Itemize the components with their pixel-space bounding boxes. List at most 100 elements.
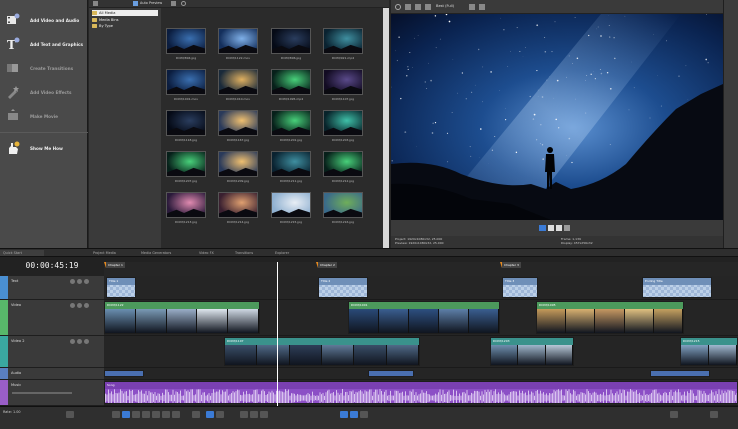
auto-preview-label[interactable]: Auto Preview — [140, 1, 162, 5]
media-thumbnail[interactable]: DCIM/1001.mov — [166, 69, 206, 101]
media-thumbnail[interactable]: DCIM/1215.jpg — [271, 192, 311, 224]
trim-start-icon[interactable] — [250, 411, 258, 418]
volume-slider[interactable] — [12, 392, 72, 394]
mute-icon[interactable] — [70, 303, 75, 308]
tree-item-by-type[interactable]: By Type — [92, 23, 113, 29]
trim-end-icon[interactable] — [260, 411, 268, 418]
track-header-text[interactable]: Text — [0, 276, 104, 300]
media-thumbnail[interactable]: DCIM/1211.jpg — [271, 151, 311, 183]
go-to-end-button[interactable] — [172, 411, 180, 418]
media-thumbnail[interactable]: DCIM/1122.mov — [218, 28, 258, 60]
lock-icon[interactable] — [84, 303, 89, 308]
video-event[interactable]: DCIM/1215 — [680, 337, 738, 366]
stop-button[interactable] — [152, 411, 160, 418]
record-icon[interactable] — [66, 411, 74, 418]
video-event[interactable]: DCIM/1095 — [536, 301, 684, 334]
media-thumbnail[interactable]: DCIM/1010.mov — [218, 69, 258, 101]
select-tool-icon[interactable] — [206, 411, 214, 418]
snapping-icon[interactable] — [340, 411, 348, 418]
media-thumbnail[interactable]: DCIM/1216.jpg — [323, 192, 363, 224]
mute-icon[interactable] — [70, 339, 75, 344]
track-header-music[interactable]: Music — [0, 380, 104, 406]
lock-icon[interactable] — [84, 339, 89, 344]
media-thumbnail[interactable]: DCIM/1095.mp4 — [271, 69, 311, 101]
text-event[interactable]: Title 2 — [318, 277, 368, 298]
qs-add-video-audio[interactable]: Add Video and Audio — [6, 12, 79, 28]
media-thumbnail[interactable]: DCIM/1213.jpg — [166, 192, 206, 224]
media-thumbnail[interactable]: DCIM/1214.jpg — [218, 192, 258, 224]
solo-icon[interactable] — [77, 339, 82, 344]
track-header-video-2[interactable]: Video 2 — [0, 336, 104, 368]
media-thumbnail[interactable]: DCIM/1209.jpg — [218, 151, 258, 183]
marker-chapter-1[interactable]: Chapter 1 — [104, 262, 125, 268]
media-tree: All Media Media Bins By Type — [89, 8, 161, 248]
media-menu-icon[interactable] — [93, 1, 98, 6]
timeline-ruler[interactable]: Chapter 1 Chapter 2 Chapter 3 — [104, 262, 738, 276]
playhead-cursor[interactable] — [277, 262, 278, 407]
play-button[interactable] — [539, 225, 546, 231]
media-thumbnail[interactable]: DCIM/1212.jpg — [323, 151, 363, 183]
audio-event[interactable] — [368, 370, 414, 377]
tree-item-all-media[interactable]: All Media — [92, 10, 158, 16]
qs-add-video-effects[interactable]: Add Video Effects — [6, 84, 72, 100]
timecode-end-icon[interactable] — [670, 411, 678, 418]
track-header-video[interactable]: Video — [0, 300, 104, 336]
solo-icon[interactable] — [77, 303, 82, 308]
settings-icon[interactable] — [395, 4, 401, 10]
audio-event[interactable] — [650, 370, 710, 377]
media-thumbnail[interactable]: DCIM/1167.jpg — [218, 110, 258, 142]
media-thumbnail[interactable]: DCIM/1107.jpg — [323, 69, 363, 101]
media-thumbnail[interactable]: DCIM/1201.jpg — [271, 110, 311, 142]
normal-edit-tool-icon[interactable] — [192, 411, 200, 418]
copy-snapshot-icon[interactable] — [479, 4, 485, 10]
stop-icon[interactable] — [556, 225, 562, 231]
solo-icon[interactable] — [77, 279, 82, 284]
ripple-edit-icon[interactable] — [360, 411, 368, 418]
video-event[interactable]: DCIM/1107 — [224, 337, 420, 366]
loop-icon[interactable] — [564, 225, 570, 231]
text-event[interactable]: Ending Title — [642, 277, 712, 298]
fx-icon[interactable] — [425, 4, 431, 10]
right-dock-scrollbar[interactable] — [723, 0, 738, 248]
zoom-icon[interactable] — [710, 411, 718, 418]
pause-icon[interactable] — [548, 225, 554, 231]
marker-chapter-2[interactable]: Chapter 2 — [316, 262, 337, 268]
go-to-start-button[interactable] — [162, 411, 170, 418]
play-button[interactable] — [132, 411, 140, 418]
overlay-icon[interactable] — [415, 4, 421, 10]
media-thumbnail[interactable]: DCIM/1118.jpg — [166, 110, 206, 142]
media-thumbnail[interactable]: DCIM/894.jpg — [166, 28, 206, 60]
music-event[interactable]: Song — [104, 381, 738, 404]
video-event[interactable]: DCIM/1001 — [348, 301, 500, 334]
auto-crossfade-icon[interactable] — [350, 411, 358, 418]
zoom-tool-icon[interactable] — [216, 411, 224, 418]
split-screen-icon[interactable] — [405, 4, 411, 10]
mute-icon[interactable] — [70, 279, 75, 284]
play-from-start-button[interactable] — [122, 411, 130, 418]
media-thumbnail[interactable]: DCIM/921.mp4 — [323, 28, 363, 60]
qs-add-text-graphics[interactable]: T Add Text and Graphics — [6, 36, 83, 52]
views-icon[interactable] — [171, 1, 176, 6]
media-scrollbar[interactable] — [383, 8, 389, 248]
track-header-audio[interactable]: Audio — [0, 368, 104, 380]
lock-icon[interactable] — [84, 279, 89, 284]
video-event[interactable]: DCIM/1122 — [104, 301, 260, 334]
split-icon[interactable] — [240, 411, 248, 418]
search-icon[interactable] — [181, 1, 186, 6]
text-event[interactable]: Title 3 — [502, 277, 538, 298]
snapshot-icon[interactable] — [469, 4, 475, 10]
media-thumbnail[interactable]: DCIM/1207.jpg — [166, 151, 206, 183]
auto-preview-icon[interactable] — [133, 1, 138, 6]
qs-make-movie[interactable]: Make Movie — [6, 108, 58, 124]
pause-button[interactable] — [142, 411, 150, 418]
media-thumbnail[interactable]: DCIM/1203.jpg — [323, 110, 363, 142]
preview-quality[interactable]: Best (Full) — [436, 4, 454, 8]
media-thumbnail[interactable]: DCIM/896.jpg — [271, 28, 311, 60]
qs-show-me-how[interactable]: Show Me How — [6, 140, 63, 156]
text-event[interactable]: Title 1 — [106, 277, 136, 298]
video-event[interactable]: DCIM/1203 — [490, 337, 574, 366]
audio-event[interactable] — [104, 370, 144, 377]
qs-create-transitions[interactable]: Create Transitions — [6, 60, 73, 76]
marker-chapter-3[interactable]: Chapter 3 — [500, 262, 521, 268]
loop-button[interactable] — [112, 411, 120, 418]
